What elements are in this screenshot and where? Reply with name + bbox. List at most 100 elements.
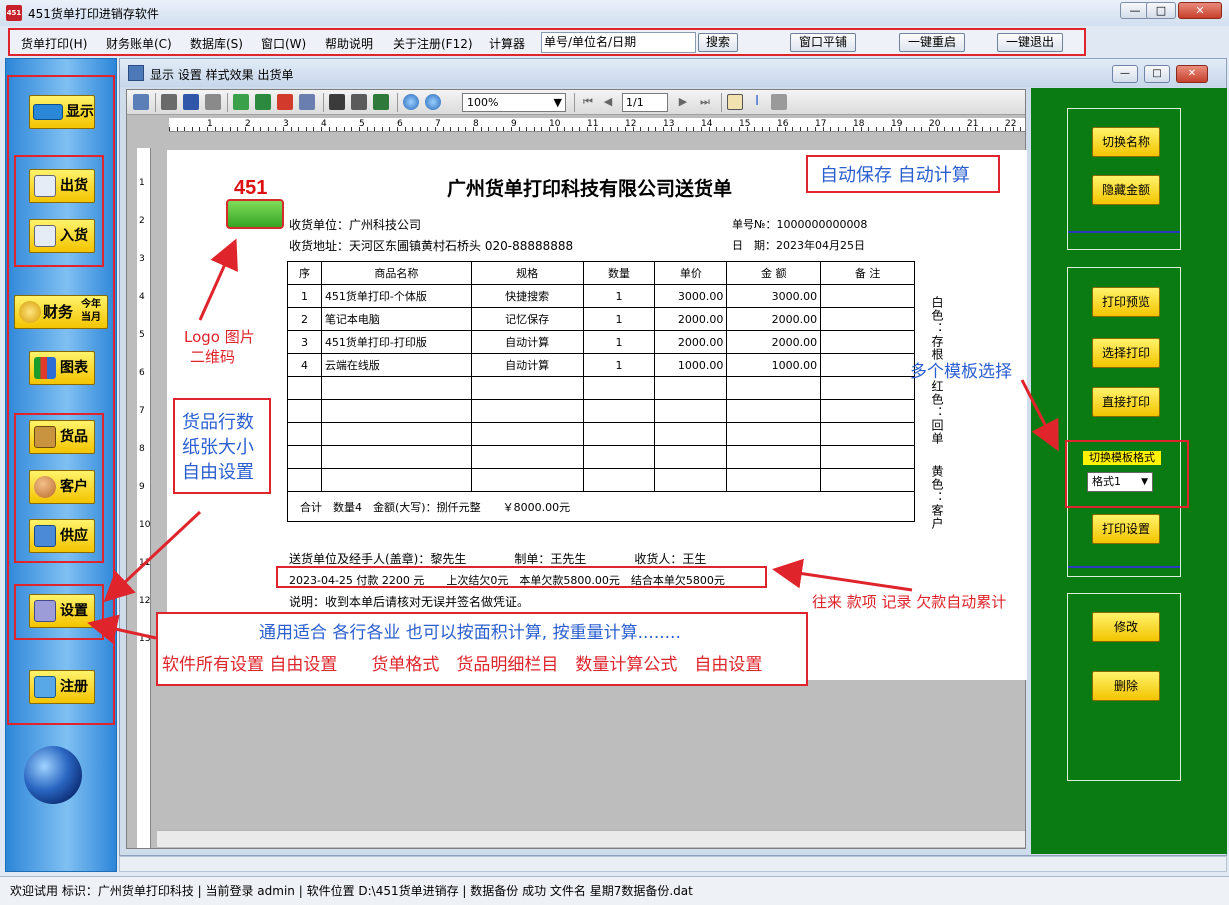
ruler-label: 9 (139, 482, 145, 492)
hand-icon[interactable] (727, 94, 743, 110)
text-select-icon[interactable]: I (749, 94, 765, 110)
child-minimize-button[interactable]: — (1112, 65, 1138, 83)
sidebar-supplier-button[interactable]: 供应 (29, 519, 95, 553)
sidebar: 显示 出货 入货 财务 今年 当月 图表 货品 客户 供应 设置 注册 (5, 58, 117, 872)
tools-icon[interactable] (205, 94, 221, 110)
last-page-icon[interactable]: ⏭ (697, 94, 713, 110)
print-settings-button[interactable]: 打印设置 (1092, 514, 1160, 544)
rows-annotation-line3: 自由设置 (182, 462, 254, 483)
sidebar-incoming-label: 入货 (60, 228, 88, 244)
grid-icon[interactable] (373, 94, 389, 110)
table-cell: 记忆保存 (470, 307, 584, 331)
main-horizontal-scrollbar[interactable] (119, 856, 1227, 872)
zoom-select[interactable]: 100% ▼ (462, 93, 566, 112)
table-cell (287, 445, 322, 469)
page-number-input[interactable]: 1/1 (622, 93, 668, 112)
toggle-tree-icon[interactable] (133, 94, 149, 110)
menu-about[interactable]: 关于注册(F12) (393, 35, 473, 52)
users-icon (34, 476, 56, 498)
title-bar: 451 451货单打印进销存软件 — □ ✕ (0, 0, 1229, 26)
multi-page-icon[interactable] (351, 94, 367, 110)
table-cell (820, 330, 915, 354)
email-icon[interactable] (299, 94, 315, 110)
prev-page-icon[interactable]: ◀ (600, 94, 616, 110)
table-cell (726, 422, 822, 446)
tile-windows-button[interactable]: 窗口平铺 (790, 33, 856, 52)
sidebar-outgoing-label: 出货 (60, 178, 88, 194)
sidebar-register-label: 注册 (60, 679, 88, 695)
table-cell (654, 422, 728, 446)
viewer-background (167, 680, 1025, 830)
ruler-label: 7 (139, 406, 145, 416)
table-header-row: 序商品名称 规格 数量 单价金 额备 注 (287, 261, 915, 285)
ruler-label: 3 (139, 254, 145, 264)
close-button[interactable]: ✕ (1178, 2, 1222, 19)
table-cell (820, 445, 915, 469)
table-cell (287, 399, 322, 423)
rows-annotation-line2: 纸张大小 (182, 437, 254, 458)
table-cell (654, 468, 728, 492)
pdf-icon[interactable] (277, 94, 293, 110)
table-cell (287, 376, 322, 400)
table-cell (582, 468, 656, 492)
print-preview-button[interactable]: 打印预览 (1092, 287, 1160, 317)
table-cell: 1 (582, 330, 656, 354)
select-print-button[interactable]: 选择打印 (1092, 338, 1160, 368)
sidebar-settings-button[interactable]: 设置 (29, 594, 95, 628)
menu-calculator[interactable]: 计算器 (489, 35, 537, 52)
child-maximize-button[interactable]: □ (1144, 65, 1170, 83)
ruler-label: 10 (549, 119, 561, 129)
ruler-label: 21 (967, 119, 979, 129)
receiver-value: 广州科技公司 (349, 218, 422, 232)
search-button[interactable]: 搜索 (698, 33, 738, 52)
menu-print-orders[interactable]: 货单打印(H) (21, 35, 87, 52)
logo-annotation-line1: Logo 图片 (184, 328, 255, 346)
ruler-label: 13 (663, 119, 675, 129)
sidebar-finance-button[interactable]: 财务 今年 当月 (14, 295, 108, 329)
next-page-icon[interactable]: ▶ (675, 94, 691, 110)
sidebar-chart-button[interactable]: 图表 (29, 351, 95, 385)
sidebar-customer-button[interactable]: 客户 (29, 470, 95, 504)
excel-icon[interactable] (255, 94, 271, 110)
edit-group: 修改 删除 (1067, 593, 1181, 781)
sidebar-show-button[interactable]: 显示 (29, 95, 95, 129)
table-cell: 4 (287, 353, 322, 377)
app-icon: 451 (6, 5, 22, 21)
single-page-icon[interactable] (329, 94, 345, 110)
table-header-cell: 单价 (654, 261, 728, 285)
ruler-label: 13 (139, 634, 151, 644)
export-icon[interactable] (233, 94, 249, 110)
sidebar-register-button[interactable]: 注册 (29, 670, 95, 704)
search-input[interactable]: 单号/单位名/日期 (541, 32, 696, 53)
open-book-icon[interactable] (183, 94, 199, 110)
menu-help[interactable]: 帮助说明 (325, 35, 373, 52)
viewer-horizontal-scrollbar[interactable] (157, 830, 1025, 847)
menu-database[interactable]: 数据库(S) (190, 35, 243, 52)
exit-button[interactable]: 一键退出 (997, 33, 1063, 52)
sidebar-goods-label: 货品 (60, 429, 88, 445)
zoom-out-icon[interactable] (425, 94, 441, 110)
copy-icon[interactable] (771, 94, 787, 110)
print-icon[interactable] (161, 94, 177, 110)
menu-window[interactable]: 窗口(W) (261, 35, 306, 52)
child-close-button[interactable]: ✕ (1176, 65, 1208, 83)
restart-button[interactable]: 一键重启 (899, 33, 965, 52)
table-cell: 3000.00 (654, 284, 728, 308)
direct-print-button[interactable]: 直接打印 (1092, 387, 1160, 417)
delete-button[interactable]: 删除 (1092, 671, 1160, 701)
switch-name-button[interactable]: 切换名称 (1092, 127, 1160, 157)
maximize-button[interactable]: □ (1146, 2, 1176, 19)
table-cell: 451货单打印-打印版 (320, 330, 472, 354)
sidebar-outgoing-button[interactable]: 出货 (29, 169, 95, 203)
table-row (287, 376, 915, 400)
table-cell (287, 468, 322, 492)
table-cell: 1000.00 (654, 353, 728, 377)
side-note-red: 红色：回单 (930, 380, 944, 445)
hide-amount-button[interactable]: 隐藏金额 (1092, 175, 1160, 205)
first-page-icon[interactable]: ⏮ (580, 94, 596, 110)
menu-finance[interactable]: 财务账单(C) (106, 35, 172, 52)
modify-button[interactable]: 修改 (1092, 612, 1160, 642)
sidebar-incoming-button[interactable]: 入货 (29, 219, 95, 253)
zoom-in-icon[interactable] (403, 94, 419, 110)
sidebar-goods-button[interactable]: 货品 (29, 420, 95, 454)
